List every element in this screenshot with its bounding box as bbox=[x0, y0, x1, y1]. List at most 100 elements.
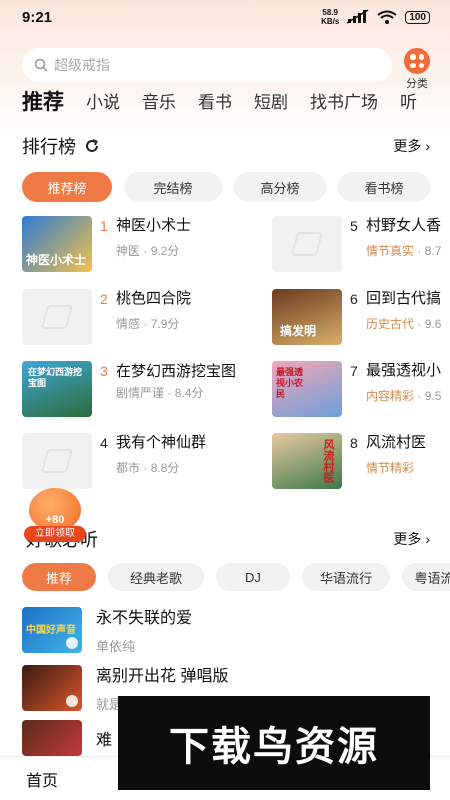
book-tag: 剧情严谨 bbox=[116, 386, 165, 400]
refresh-icon[interactable] bbox=[84, 138, 100, 154]
book-score: 7.9分 bbox=[150, 317, 180, 331]
pill-classic-songs[interactable]: 经典老歌 bbox=[108, 563, 204, 591]
pill-mandopop[interactable]: 华语流行 bbox=[302, 563, 390, 591]
top-tabs: 推荐 小说 音乐 看书 短剧 找书广场 听 bbox=[22, 88, 439, 120]
watermark-banner: 下载鸟资源 bbox=[118, 696, 430, 790]
song-cover-text: 中国好声音 bbox=[26, 624, 76, 636]
grid-icon bbox=[404, 48, 430, 74]
rank-number: 8 bbox=[350, 435, 358, 451]
book-title: 最强透视小 bbox=[366, 362, 442, 379]
book-meta: 情感 · 7.9分 bbox=[116, 317, 180, 331]
rank-number: 3 bbox=[100, 363, 108, 379]
book-title: 神医小术士 bbox=[116, 217, 192, 234]
book-title: 我有个神仙群 bbox=[116, 434, 207, 451]
book-tag: 情节精彩 bbox=[366, 461, 415, 475]
reward-floating-button[interactable]: +80 立即领取 bbox=[22, 488, 88, 544]
cover-text: 风流村医 bbox=[322, 439, 334, 483]
network-speed-unit: KB/s bbox=[321, 17, 340, 26]
book-title: 在梦幻西游挖宝图 bbox=[116, 363, 237, 380]
book-title: 村野女人香 bbox=[366, 217, 442, 234]
book-cover: 在梦幻西游挖宝图 bbox=[22, 361, 92, 417]
cover-text: 神医小术士 bbox=[26, 253, 87, 267]
rank-item-3[interactable]: 在梦幻西游挖宝图 3 在梦幻西游挖宝图 剧情严谨 · 8.4分 bbox=[22, 361, 240, 417]
rank-item-6[interactable]: 搞发明 6 回到古代搞 历史古代 · 9.6 bbox=[272, 289, 441, 345]
rank-number: 7 bbox=[350, 363, 358, 379]
book-tag: 内容精彩 bbox=[366, 389, 415, 403]
pill-completed-rank[interactable]: 完结榜 bbox=[124, 172, 222, 202]
rank-number: 6 bbox=[350, 291, 358, 307]
reward-amount: +80 bbox=[45, 514, 65, 526]
pill-high-score-rank[interactable]: 高分榜 bbox=[234, 172, 326, 202]
rank-item-5[interactable]: 5 村野女人香 情节真实 · 8.7 bbox=[272, 216, 441, 272]
book-meta: 内容精彩 · 9.5 bbox=[366, 389, 442, 403]
play-icon bbox=[66, 636, 78, 649]
rank-number: 4 bbox=[100, 435, 108, 451]
tab-recommend[interactable]: 推荐 bbox=[22, 88, 64, 120]
book-tag: 都市 bbox=[116, 461, 141, 475]
rank-item-4[interactable]: 4 我有个神仙群 都市 · 8.8分 bbox=[22, 433, 206, 489]
book-cover: 搞发明 bbox=[272, 289, 342, 345]
chevron-right-icon: › bbox=[425, 138, 430, 154]
tab-book-square[interactable]: 找书广场 bbox=[310, 88, 378, 120]
network-speed: 58.9 KB/s bbox=[321, 8, 339, 26]
cover-text: 最强透视小农民 bbox=[276, 367, 304, 399]
pill-recommend[interactable]: 推荐 bbox=[22, 563, 96, 591]
status-icons: 58.9 KB/s 100 bbox=[321, 8, 430, 26]
rank-item-2[interactable]: 2 桃色四合院 情感 · 7.9分 bbox=[22, 289, 191, 345]
rank-number: 1 bbox=[100, 218, 108, 234]
network-speed-value: 58.9 bbox=[322, 8, 338, 17]
pill-dj[interactable]: DJ bbox=[216, 563, 290, 591]
category-button[interactable]: 分类 bbox=[402, 48, 432, 91]
tab-novel[interactable]: 小说 bbox=[86, 88, 120, 120]
tab-short-drama[interactable]: 短剧 bbox=[254, 88, 288, 120]
pill-reading-rank[interactable]: 看书榜 bbox=[338, 172, 430, 202]
book-tag: 情感 bbox=[116, 317, 141, 331]
status-bar: 9:21 58.9 KB/s 100 bbox=[0, 0, 450, 34]
song-cover: 中国好声音 bbox=[22, 606, 82, 653]
battery-indicator: 100 bbox=[405, 10, 430, 24]
song-item-3[interactable]: 难 bbox=[22, 720, 112, 756]
search-input[interactable]: 超级戒指 bbox=[22, 48, 392, 82]
tab-music[interactable]: 音乐 bbox=[142, 88, 176, 120]
rank-number: 5 bbox=[350, 218, 358, 234]
tab-reading[interactable]: 看书 bbox=[198, 88, 232, 120]
nav-home[interactable]: 首页 bbox=[26, 767, 58, 791]
book-meta: 神医 · 9.2分 bbox=[116, 244, 180, 258]
book-meta: 都市 · 8.8分 bbox=[116, 461, 180, 475]
ranking-more-label: 更多 bbox=[393, 138, 422, 154]
chevron-right-icon: › bbox=[425, 531, 430, 547]
book-score: 9.6 bbox=[424, 317, 442, 331]
rank-item-8[interactable]: 风流村医 8 风流村医 情节精彩 bbox=[272, 433, 426, 489]
search-icon bbox=[34, 58, 48, 72]
book-title: 桃色四合院 bbox=[116, 290, 192, 307]
book-cover: 风流村医 bbox=[272, 433, 342, 489]
song-cover bbox=[22, 720, 82, 756]
ranking-more-link[interactable]: 更多 › bbox=[393, 136, 430, 156]
pill-cantopop[interactable]: 粤语流 bbox=[402, 563, 450, 591]
book-meta: 剧情严谨 · 8.4分 bbox=[116, 386, 204, 400]
signal-icon bbox=[347, 10, 369, 24]
book-title: 风流村医 bbox=[366, 434, 427, 451]
rank-item-1[interactable]: 神医小术士 1 神医小术士 神医 · 9.2分 bbox=[22, 216, 191, 272]
rank-item-7[interactable]: 最强透视小农民 7 最强透视小 内容精彩 · 9.5 bbox=[272, 361, 441, 417]
book-cover: 神医小术士 bbox=[22, 216, 92, 272]
book-score: 9.2分 bbox=[150, 244, 180, 258]
book-title: 回到古代搞 bbox=[366, 290, 442, 307]
book-cover-placeholder bbox=[22, 433, 92, 489]
book-score: 8.4分 bbox=[174, 386, 204, 400]
song-item-1[interactable]: 中国好声音 永不失联的爱 单依纯 bbox=[22, 604, 192, 655]
play-icon bbox=[66, 694, 78, 707]
book-tag: 神医 bbox=[116, 244, 141, 258]
book-score: 9.5 bbox=[424, 389, 442, 403]
ranking-title: 排行榜 bbox=[22, 137, 76, 157]
search-row: 超级戒指 分类 bbox=[0, 44, 450, 91]
music-more-link[interactable]: 更多 › bbox=[393, 529, 430, 549]
reward-claim-label: 立即领取 bbox=[24, 526, 86, 542]
pill-recommend-rank[interactable]: 推荐榜 bbox=[22, 172, 112, 202]
status-time: 9:21 bbox=[22, 8, 53, 26]
book-cover: 最强透视小农民 bbox=[272, 361, 342, 417]
ranking-header: 排行榜 更多 › bbox=[22, 133, 430, 159]
song-cover bbox=[22, 664, 82, 711]
book-score: 8.7 bbox=[424, 244, 442, 258]
tab-listen[interactable]: 听 bbox=[400, 88, 417, 120]
